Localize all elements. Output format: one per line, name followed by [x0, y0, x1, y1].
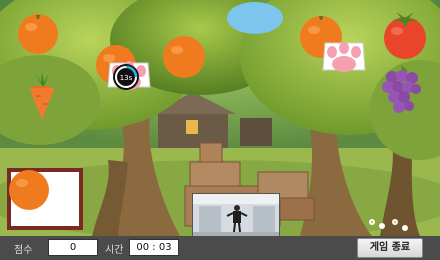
score-value: 0	[48, 239, 98, 256]
tomato-icon	[384, 12, 426, 59]
grape-bunch[interactable]	[380, 63, 422, 115]
grape-icon	[382, 65, 421, 113]
target-fruit-panel	[7, 168, 83, 230]
game-scene: 13s	[0, 0, 440, 236]
paw-cursor-right[interactable]	[320, 38, 368, 80]
carrot-vegetable[interactable]	[24, 72, 60, 122]
target-fruit-display	[9, 170, 79, 226]
game-screen: 13s 점수 0 시간 00: 03 게임 종료	[0, 0, 440, 260]
carrot-icon	[30, 72, 54, 120]
countdown-text: 13s	[120, 74, 133, 82]
paw-icon	[322, 42, 366, 72]
orange-icon	[9, 170, 49, 210]
camera-feed	[192, 193, 280, 236]
player-camera-image	[193, 194, 279, 236]
orange-fruit-1[interactable]	[17, 11, 59, 55]
orange-fruit-3[interactable]	[162, 35, 206, 79]
score-label: 점수	[14, 245, 33, 256]
hud-bar: 점수 0 시간 00 : 03 게임 종료	[0, 236, 440, 260]
time-label: 시간	[105, 245, 124, 256]
end-game-button[interactable]: 게임 종료	[357, 238, 423, 258]
tomato-fruit[interactable]	[382, 6, 428, 60]
time-value: 00 : 03	[129, 239, 179, 256]
countdown-badge: 13s	[112, 63, 140, 91]
orange-icon	[163, 36, 205, 78]
orange-icon	[18, 14, 58, 54]
timer-ring-icon: 13s	[113, 64, 139, 90]
